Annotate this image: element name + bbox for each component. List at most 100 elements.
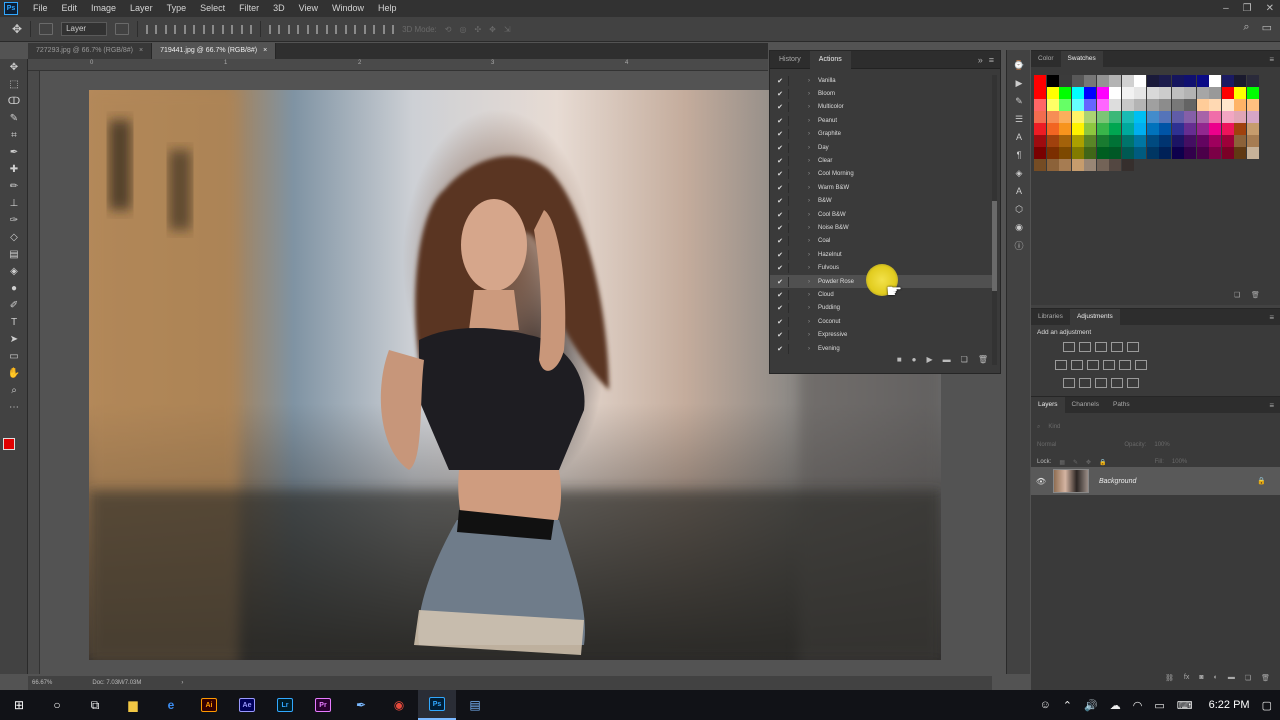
align-bottom-icon[interactable] [184,24,196,34]
color-swatch[interactable] [1184,147,1196,159]
close-icon[interactable]: ✕ [1266,0,1274,17]
distribute-vcenter-icon[interactable] [288,24,300,34]
tab-actions[interactable]: Actions [809,50,851,69]
color-swatch[interactable] [1146,75,1159,87]
menu-3d[interactable]: 3D [266,0,292,17]
color-swatch[interactable] [1046,135,1059,147]
color-swatch[interactable] [1196,123,1209,135]
action-enabled-check-icon[interactable]: ✔ [772,304,788,312]
search-icon[interactable]: ⌕ [1243,21,1249,34]
actions-panel-icon[interactable]: ▶ [1007,74,1031,92]
color-swatch[interactable] [1196,111,1209,123]
color-swatch[interactable] [1146,135,1159,147]
action-item[interactable]: ✔ › Coal [770,235,992,248]
expand-chevron-icon[interactable]: › [800,104,818,110]
distribute-right-icon[interactable] [364,24,376,34]
action-item[interactable]: ✔ › B&W [770,195,992,208]
color-swatch[interactable] [1246,87,1259,99]
type-tool-icon[interactable]: T [0,314,28,331]
expand-chevron-icon[interactable]: › [800,78,818,84]
history-brush-tool-icon[interactable]: ✑ [0,212,28,229]
expand-chevron-icon[interactable]: › [800,225,818,231]
color-swatch[interactable] [1171,87,1184,99]
color-swatch[interactable] [1196,147,1209,159]
posterize-icon[interactable] [1079,378,1091,388]
color-swatch[interactable] [1146,99,1159,111]
action-item[interactable]: ✔ › Warm B&W [770,181,992,194]
color-swatch[interactable] [1071,123,1084,135]
pen-app-icon[interactable]: ✒ [342,690,380,720]
color-swatch[interactable] [1059,75,1071,87]
dialog-toggle[interactable] [788,75,800,86]
expand-chevron-icon[interactable]: › [800,332,818,338]
color-swatch[interactable] [1171,135,1184,147]
color-swatch[interactable] [1134,135,1146,147]
auto-align-icon[interactable] [383,24,395,34]
color-swatch[interactable] [1046,147,1059,159]
color-swatch[interactable] [1059,111,1071,123]
channel-mixer-icon[interactable] [1119,360,1131,370]
distribute-top-icon[interactable] [269,24,281,34]
action-enabled-check-icon[interactable]: ✔ [772,331,788,339]
color-swatch[interactable] [1034,123,1046,135]
properties-panel-icon[interactable]: ◉ [1007,218,1031,236]
color-swatch[interactable] [1146,87,1159,99]
workspace-icon[interactable]: ▭ [1262,21,1272,34]
character-panel-icon[interactable]: A [1007,128,1031,146]
expand-chevron-icon[interactable]: › [800,131,818,137]
color-swatch[interactable] [1109,123,1121,135]
color-swatch[interactable] [1046,159,1059,171]
brush-presets-icon[interactable]: ☰ [1007,110,1031,128]
glyphs-panel-icon[interactable]: A [1007,182,1031,200]
color-swatch[interactable] [1046,99,1059,111]
color-swatch[interactable] [1071,99,1084,111]
dialog-toggle[interactable] [788,102,800,113]
expand-chevron-icon[interactable]: › [800,292,818,298]
invert-icon[interactable] [1063,378,1075,388]
color-swatch[interactable] [1084,87,1096,99]
color-swatch[interactable] [1184,75,1196,87]
color-swatch[interactable] [1084,159,1096,171]
color-swatch[interactable] [1134,123,1146,135]
illustrator-app[interactable]: Ai [190,690,228,720]
tab-layers[interactable]: Layers [1031,397,1065,413]
tab-channels[interactable]: Channels [1065,397,1106,413]
color-swatch[interactable] [1234,147,1246,159]
dialog-toggle[interactable] [788,303,800,314]
color-swatch[interactable] [1184,123,1196,135]
color-swatch[interactable] [1234,75,1246,87]
levels-icon[interactable] [1079,342,1091,352]
expand-chevron-icon[interactable]: › [800,238,818,244]
file-explorer-icon[interactable]: ▆ [114,690,152,720]
threshold-icon[interactable] [1095,378,1107,388]
color-swatch[interactable] [1046,75,1059,87]
color-swatch[interactable] [1234,99,1246,111]
color-swatch[interactable] [1109,75,1121,87]
add-mask-icon[interactable]: ◙ [1199,674,1203,686]
color-swatch[interactable] [1209,87,1221,99]
zoom-tool-icon[interactable]: ⌕ [0,382,28,399]
action-item[interactable]: ✔ › Noise B&W [770,221,992,234]
align-top-icon[interactable] [146,24,158,34]
document-tab[interactable]: 727293.jpg @ 66.7% (RGB/8#) × [28,43,153,59]
dialog-toggle[interactable] [788,196,800,207]
color-swatch[interactable] [1146,123,1159,135]
color-swatch[interactable] [1096,135,1109,147]
menu-help[interactable]: Help [371,0,404,17]
color-swatch[interactable] [1209,123,1221,135]
panel-menu-icon[interactable]: ≡ [1269,313,1274,322]
color-swatch[interactable] [1121,75,1134,87]
color-swatch[interactable] [1134,147,1146,159]
action-enabled-check-icon[interactable]: ✔ [772,197,788,205]
rectangle-tool-icon[interactable]: ▭ [0,348,28,365]
color-swatch[interactable] [1246,147,1259,159]
color-swatch[interactable] [1084,75,1096,87]
color-swatch[interactable] [1134,111,1146,123]
3d-drag-icon[interactable]: ✣ [474,25,481,34]
dialog-toggle[interactable] [788,236,800,247]
color-swatch[interactable] [1109,111,1121,123]
color-swatch[interactable] [1234,123,1246,135]
photoshop-app[interactable]: Ps [418,690,456,720]
align-vcenter-icon[interactable] [165,24,177,34]
expand-chevron-icon[interactable]: › [800,185,818,191]
